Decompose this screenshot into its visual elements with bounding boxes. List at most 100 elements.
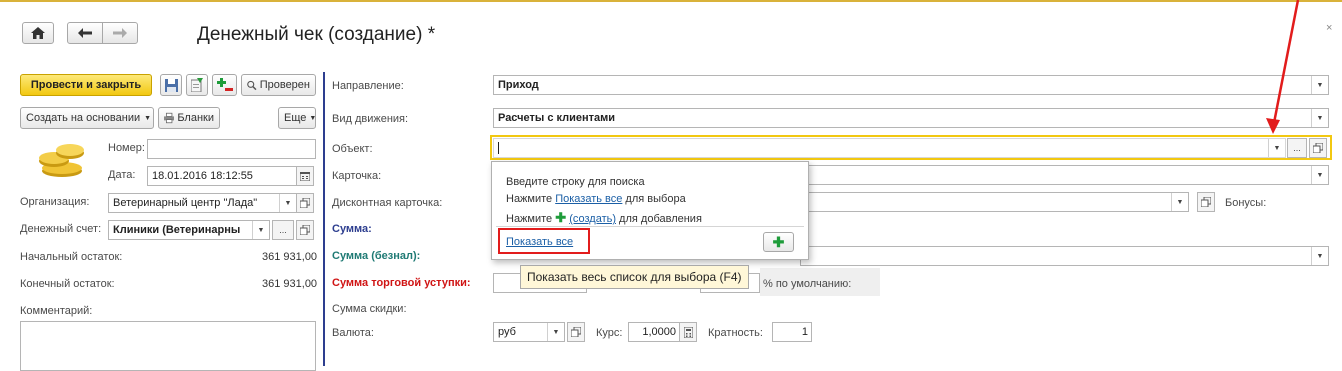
post-button[interactable] [186,74,208,96]
text-cursor [498,142,499,154]
start-balance-label: Начальный остаток: [20,251,123,263]
create-new-button[interactable]: ✚ [763,232,794,252]
date-label: Дата: [108,169,136,181]
arrow-right-icon [113,28,127,38]
magnifier-icon [247,80,257,90]
object-label: Объект: [332,143,373,155]
discount-sum-label: Сумма скидки: [332,303,407,315]
select-account-button[interactable]: ... [272,220,294,240]
number-field[interactable] [147,139,316,159]
start-balance-value: 361 931,00 [262,251,318,263]
plus-minus-icon [216,78,233,91]
trade-discount-label: Сумма торговой уступки: [332,277,471,289]
popup-hint-suffix: для выбора [622,193,686,205]
end-balance-label: Конечный остаток: [20,278,115,290]
tooltip: Показать весь список для выбора (F4) [520,265,749,289]
dropdown-arrow-icon[interactable]: ▼ [1311,109,1328,127]
dropdown-arrow-icon[interactable]: ▼ [1311,247,1328,265]
dropdown-arrow-icon[interactable]: ▼ [1311,76,1328,94]
popup-hint-prefix: Нажмите [506,213,556,225]
currency-value: руб [498,326,516,338]
movement-type-value: Расчеты с клиентами [498,112,616,124]
plus-icon: ✚ [772,233,785,250]
create-link[interactable]: (создать) [569,213,616,225]
organization-field[interactable]: Ветеринарный центр "Лада" ▼ [108,193,297,213]
organization-label: Организация: [20,196,90,208]
default-percent-label: % по умолчанию: [763,278,852,290]
back-button[interactable] [67,22,103,44]
cash-account-field[interactable]: Клиники (Ветеринарны ▼ [108,220,270,240]
multiplicity-field[interactable]: 1 [772,322,812,342]
movement-type-field[interactable]: Расчеты с клиентами ▼ [493,108,1329,128]
calculator-button[interactable] [679,322,697,342]
open-object-button[interactable] [1309,138,1327,158]
open-organization-button[interactable] [296,193,314,213]
open-currency-button[interactable] [567,322,585,342]
more-label: Еще [284,112,307,124]
save-button[interactable] [160,74,182,96]
annotation-highlight-box [498,228,590,254]
dropdown-arrow-icon[interactable]: ▼ [1171,193,1188,211]
coins-icon [39,144,84,177]
popup-hint-show-all: Нажмите Показать все для выбора [506,193,686,205]
close-icon[interactable]: × [1326,22,1340,36]
add-remove-button[interactable] [212,74,237,96]
direction-field[interactable]: Приход ▼ [493,75,1329,95]
cash-account-label: Денежный счет: [20,223,102,235]
sum-cashless-label: Сумма (безнал): [332,250,421,262]
home-button[interactable] [22,22,54,44]
number-label: Номер: [108,142,145,154]
popup-hint-create: Нажмите ✚ (создать) для добавления [506,210,702,226]
multiplicity-label: Кратность: [708,327,763,339]
date-field[interactable]: 18.01.2016 18:12:55 [147,166,297,186]
plus-icon: ✚ [555,210,567,225]
bonuses-label: Бонусы: [1225,197,1267,209]
forward-button[interactable] [102,22,138,44]
currency-label: Валюта: [332,327,374,339]
open-discount-card-button[interactable] [1197,192,1215,212]
select-object-button[interactable]: ... [1287,138,1307,158]
popup-hint-prefix: Нажмите [506,193,556,205]
dropdown-arrow-icon[interactable]: ▼ [279,194,296,212]
dropdown-arrow-icon[interactable]: ▼ [252,221,269,239]
window-top-border [0,0,1342,2]
dropdown-arrow-icon: ▼ [309,114,317,122]
calculator-icon [683,326,693,338]
calendar-icon [300,171,310,181]
open-window-icon [1201,197,1211,207]
currency-field[interactable]: руб ▼ [493,322,565,342]
cash-account-value: Клиники (Ветеринарны [113,224,241,236]
create-based-label: Создать на основании [26,112,141,124]
create-based-on-button[interactable]: Создать на основании ▼ [20,107,154,129]
comment-label: Комментарий: [20,305,93,317]
forms-button[interactable]: Бланки [158,107,220,129]
rate-field[interactable]: 1,0000 [628,322,680,342]
open-window-icon [1313,143,1323,153]
page-title: Денежный чек (создание) * [197,24,436,45]
more-button[interactable]: Еще ▼ [278,107,316,129]
movement-type-label: Вид движения: [332,113,409,125]
dropdown-arrow-icon[interactable]: ▼ [1311,166,1328,184]
checked-button[interactable]: Проверен [241,74,316,96]
show-all-link-inline[interactable]: Показать все [555,193,622,205]
sum-cashless-field[interactable]: ▼ [800,246,1329,266]
organization-value: Ветеринарный центр "Лада" [113,197,258,209]
floppy-icon [164,78,178,92]
direction-value: Приход [498,79,539,91]
open-window-icon [571,327,581,337]
open-account-button[interactable] [296,220,314,240]
dropdown-arrow-icon[interactable]: ▼ [1268,139,1285,157]
dropdown-arrow-icon[interactable]: ▼ [547,323,564,341]
popup-separator [496,226,804,227]
forms-label: Бланки [177,112,214,124]
popup-hint-suffix: для добавления [616,213,702,225]
popup-hint-search: Введите строку для поиска [506,176,645,188]
post-and-close-button[interactable]: Провести и закрыть [20,74,152,96]
comment-textarea[interactable] [20,321,316,371]
direction-label: Направление: [332,80,404,92]
sum-label: Сумма: [332,223,372,235]
object-field[interactable]: ▼ [493,138,1286,158]
post-document-icon [190,78,203,92]
ellipsis-icon: ... [1293,143,1301,153]
calendar-button[interactable] [296,166,314,186]
